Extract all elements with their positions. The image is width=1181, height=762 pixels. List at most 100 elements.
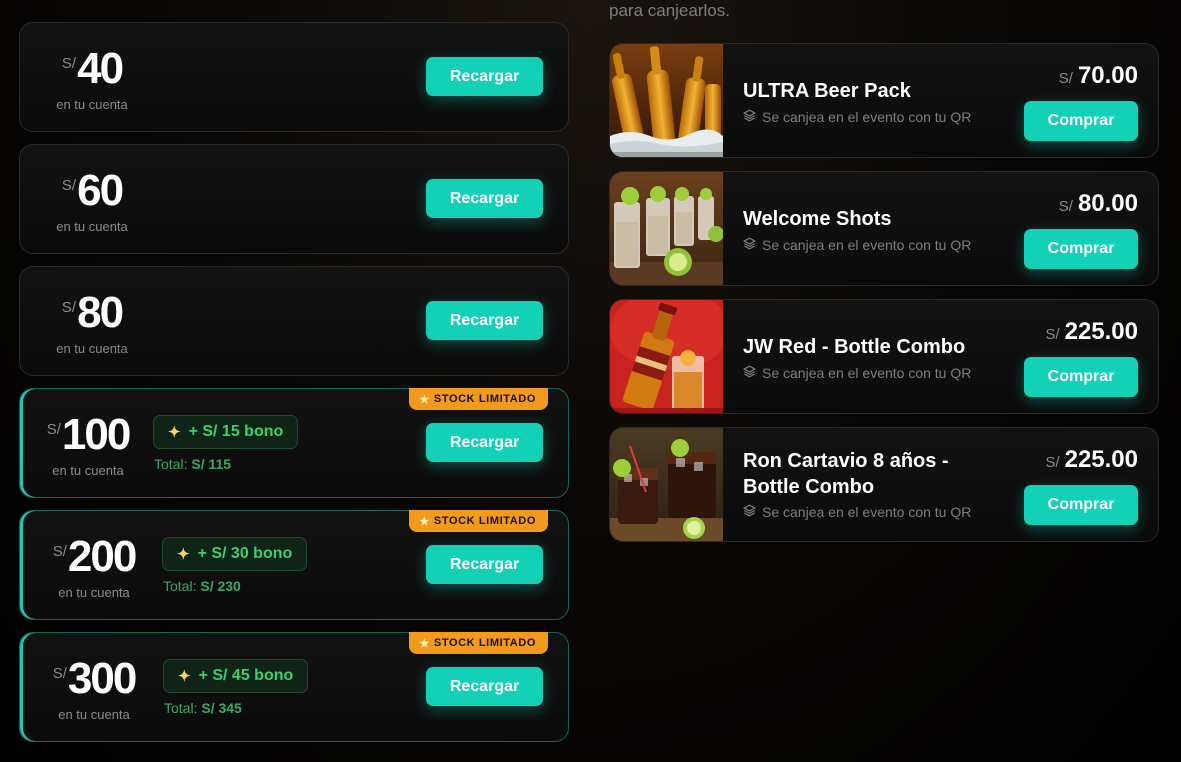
buy-button[interactable]: Comprar [1024,101,1138,141]
bonus-pill: ✦ + S/ 45 bono [163,659,309,693]
recharge-button[interactable]: Recargar [426,179,543,218]
layers-icon [742,237,757,253]
product-name: Ron Cartavio 8 años - Bottle Combo [743,450,949,498]
amount-block: S/ 60 en tu cuenta [44,165,140,234]
price-value: 225.00 [1064,446,1138,473]
buy-button[interactable]: Comprar [1024,357,1138,397]
currency-label: S/ [61,177,77,194]
amount-caption: en tu cuenta [56,341,128,356]
recharge-amount: 60 [77,166,124,215]
recharge-card-80: S/ 80 en tu cuenta Recargar [19,266,569,376]
redeem-text: Se canjea en el evento con tu QR [762,237,972,253]
recharge-button[interactable]: Recargar [426,301,543,340]
total-line: Total: S/ 115 [154,456,231,472]
recharge-button[interactable]: Recargar [426,423,543,462]
product-price: S/ 225.00 [1045,318,1138,346]
badge-label: STOCK LIMITADO [433,637,536,649]
buy-button[interactable]: Comprar [1024,485,1138,525]
sparkles-icon: ✦ [178,668,191,685]
amount-block: S/ 200 en tu cuenta [40,531,148,600]
amount-block: S/ 100 en tu cuenta [40,409,136,478]
price-currency: S/ [1058,70,1073,87]
currency-label: S/ [52,543,67,560]
product-image-shots [610,172,723,285]
bonus-pill: ✦ + S/ 30 bono [162,537,308,571]
recharge-button[interactable]: Recargar [426,545,543,584]
redeem-note: Se canjea en el evento con tu QR [742,504,971,520]
amount-caption: en tu cuenta [58,585,130,600]
sparkles-icon: ✦ [177,546,190,563]
redeem-text: Se canjea en el evento con tu QR [762,109,972,125]
total-line: Total: S/ 345 [164,700,242,716]
price-currency: S/ [1058,198,1073,215]
badge-label: STOCK LIMITADO [433,393,536,405]
bonus-label: + S/ 45 bono [198,667,294,684]
product-card-welcome-shots: Welcome Shots Se canjea en el evento con… [609,171,1159,286]
currency-label: S/ [61,55,77,72]
amount-caption: en tu cuenta [56,97,128,112]
price-currency: S/ [1045,326,1060,343]
amount-block: S/ 80 en tu cuenta [44,287,140,356]
price-currency: S/ [1045,454,1060,471]
amount-caption: en tu cuenta [58,707,130,722]
currency-label: S/ [52,665,67,682]
layers-icon [742,109,757,125]
product-card-ron-cartavio: Ron Cartavio 8 años - Bottle Combo Se ca… [609,427,1159,542]
product-image-rum [610,428,723,541]
recharge-card-300: ★ STOCK LIMITADO S/ 300 en tu cuenta ✦ +… [19,632,569,742]
product-price: S/ 80.00 [1059,190,1138,218]
product-card-beer-pack: ULTRA Beer Pack Se canjea en el evento c… [609,43,1159,158]
product-name: ULTRA Beer Pack [743,80,911,102]
amount-caption: en tu cuenta [52,463,124,478]
star-icon: ★ [419,515,430,528]
redeem-note: Se canjea en el evento con tu QR [742,237,972,253]
price-value: 70.00 [1077,62,1138,89]
recharge-button[interactable]: Recargar [426,57,543,96]
recharge-card-100: ★ STOCK LIMITADO S/ 100 en tu cuenta ✦ +… [19,388,569,498]
stock-limited-badge: ★ STOCK LIMITADO [409,388,548,410]
product-name: JW Red - Bottle Combo [743,336,966,358]
recharge-card-60: S/ 60 en tu cuenta Recargar [19,144,569,254]
recharge-button[interactable]: Recargar [426,667,543,706]
layers-icon [742,504,757,520]
amount-block: S/ 40 en tu cuenta [44,43,140,112]
product-name: Welcome Shots [743,208,892,230]
recharge-list: S/ 40 en tu cuenta Recargar S/ 60 en tu … [19,22,569,754]
currency-label: S/ [46,421,61,438]
total-value: S/ 345 [201,700,242,716]
intro-text: para canjearlos. [609,1,730,20]
recharge-amount: 80 [77,288,124,337]
recharge-amount: 40 [77,44,124,93]
bonus-label: + S/ 30 bono [197,545,293,562]
buy-button[interactable]: Comprar [1024,229,1138,269]
product-image-beer [610,44,723,157]
recharge-card-40: S/ 40 en tu cuenta Recargar [19,22,569,132]
product-card-jw-red: JW Red - Bottle Combo Se canjea en el ev… [609,299,1159,414]
price-value: 225.00 [1064,318,1138,345]
product-price: S/ 225.00 [1045,446,1138,474]
recharge-amount: 200 [67,532,137,581]
stock-limited-badge: ★ STOCK LIMITADO [409,510,548,532]
star-icon: ★ [419,637,430,650]
redeem-text: Se canjea en el evento con tu QR [762,365,972,381]
product-list: ULTRA Beer Pack Se canjea en el evento c… [609,43,1159,555]
stock-limited-badge: ★ STOCK LIMITADO [409,632,548,654]
total-label: Total: [154,456,188,472]
recharge-card-200: ★ STOCK LIMITADO S/ 200 en tu cuenta ✦ +… [19,510,569,620]
total-value: S/ 230 [200,578,241,594]
amount-caption: en tu cuenta [56,219,128,234]
total-label: Total: [163,578,197,594]
layers-icon [742,365,757,381]
redeem-note: Se canjea en el evento con tu QR [742,109,972,125]
recharge-amount: 100 [61,410,131,459]
product-price: S/ 70.00 [1059,62,1138,90]
redeem-note: Se canjea en el evento con tu QR [742,365,972,381]
total-label: Total: [164,700,198,716]
total-line: Total: S/ 230 [163,578,241,594]
bonus-label: + S/ 15 bono [188,423,284,440]
amount-block: S/ 300 en tu cuenta [40,653,148,722]
star-icon: ★ [419,393,430,406]
sparkles-icon: ✦ [168,424,181,441]
badge-label: STOCK LIMITADO [433,515,536,527]
bonus-pill: ✦ + S/ 15 bono [153,415,299,449]
